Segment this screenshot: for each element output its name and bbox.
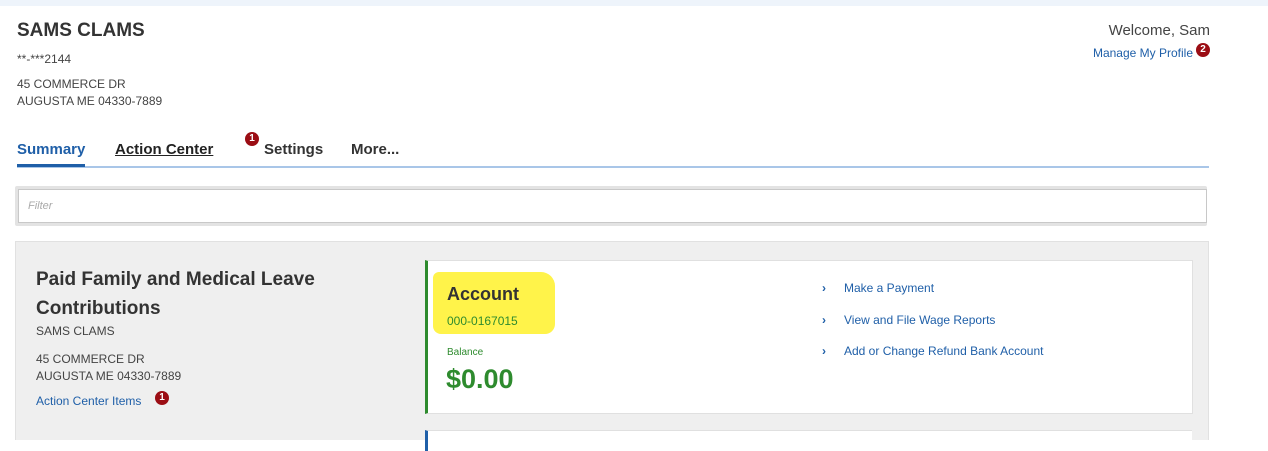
program-address-line1: 45 COMMERCE DR xyxy=(36,352,145,366)
business-address-line1: 45 COMMERCE DR xyxy=(17,77,126,91)
balance-value: $0.00 xyxy=(446,364,514,394)
wage-reports-link[interactable]: › View and File Wage Reports xyxy=(822,313,995,327)
profile-notification-badge: 2 xyxy=(1196,43,1210,57)
refund-bank-account-label: Add or Change Refund Bank Account xyxy=(844,344,1044,358)
program-address-line2: AUGUSTA ME 04330-7889 xyxy=(36,369,182,383)
make-payment-link[interactable]: › Make a Payment xyxy=(822,281,934,295)
business-name: SAMS CLAMS xyxy=(17,20,145,41)
program-business-name: SAMS CLAMS xyxy=(36,324,115,338)
action-center-badge: 1 xyxy=(245,132,259,146)
chevron-right-icon: › xyxy=(822,313,826,327)
account-label: Account xyxy=(447,284,519,304)
refund-bank-account-link[interactable]: › Add or Change Refund Bank Account xyxy=(822,344,1043,358)
tab-action-center[interactable]: Action Center xyxy=(115,141,213,164)
welcome-message: Welcome, Sam xyxy=(1108,22,1210,39)
business-id: **-***2144 xyxy=(17,52,72,66)
balance-label: Balance xyxy=(447,347,484,358)
tab-more[interactable]: More... xyxy=(351,141,399,164)
next-account-card xyxy=(425,430,1192,451)
top-strip xyxy=(0,0,1268,6)
filter-input[interactable] xyxy=(18,189,1207,223)
chevron-right-icon: › xyxy=(822,281,826,295)
wage-reports-label: View and File Wage Reports xyxy=(844,313,996,327)
filter-container xyxy=(15,186,1207,226)
tab-settings[interactable]: Settings xyxy=(264,141,323,164)
chevron-right-icon: › xyxy=(822,344,826,358)
tab-bar: Summary Action Center 1 Settings More... xyxy=(17,132,1209,168)
program-title: Paid Family and Medical Leave Contributi… xyxy=(36,269,315,319)
account-number: 000-0167015 xyxy=(447,314,518,328)
tab-summary[interactable]: Summary xyxy=(17,141,86,167)
make-payment-label: Make a Payment xyxy=(844,281,935,295)
action-center-items-badge: 1 xyxy=(155,391,169,405)
manage-profile-link[interactable]: Manage My Profile xyxy=(1093,46,1193,60)
action-center-items-link[interactable]: Action Center Items xyxy=(36,394,141,408)
business-address-line2: AUGUSTA ME 04330-7889 xyxy=(17,94,163,108)
